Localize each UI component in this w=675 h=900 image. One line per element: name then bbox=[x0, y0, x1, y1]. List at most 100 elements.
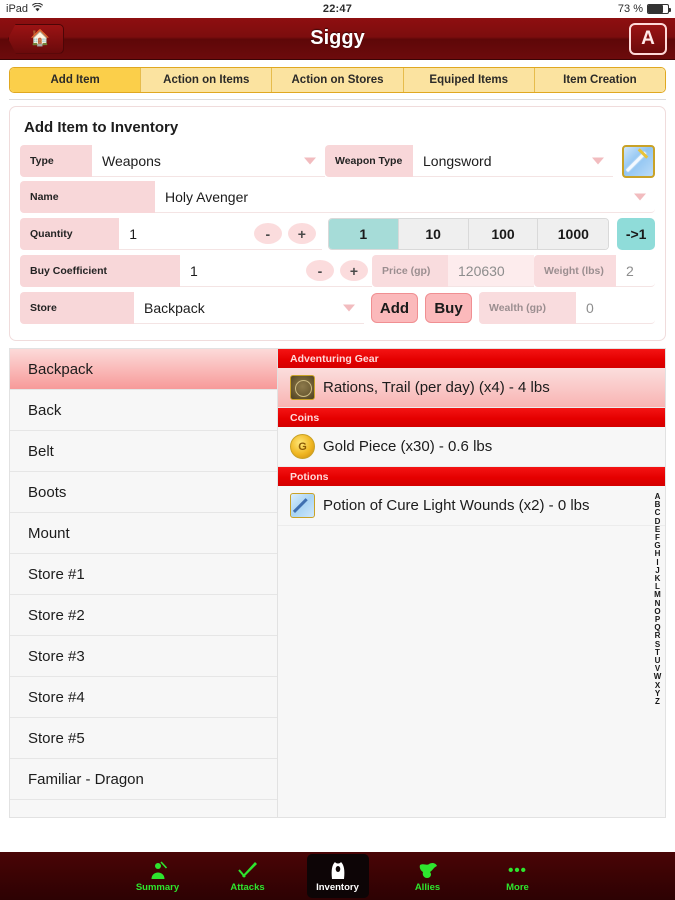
bottom-tab-summary[interactable]: Summary bbox=[127, 854, 189, 898]
alphabet-index[interactable]: ABCDEFGHIJKLMNOPQRSTUVWXYZ bbox=[651, 492, 664, 706]
dragon-icon bbox=[418, 859, 438, 881]
name-row: Name Holy Avenger bbox=[20, 181, 655, 213]
more-dots-icon: ••• bbox=[508, 861, 527, 879]
battery-icon bbox=[647, 4, 671, 14]
tabs-divider bbox=[9, 99, 666, 100]
item-label: Potion of Cure Light Wounds (x2) - 0 lbs bbox=[323, 497, 590, 514]
weapon-type-value: Longsword bbox=[423, 152, 492, 169]
bottom-tab-attacks[interactable]: Attacks bbox=[217, 854, 279, 898]
quantity-input[interactable]: 1 bbox=[119, 218, 248, 250]
title-bar: 🏠 Siggy A bbox=[0, 18, 675, 60]
item-list-item-rations[interactable]: Rations, Trail (per day) (x4) - 4 lbs bbox=[278, 368, 665, 408]
store-list-item-store-4[interactable]: Store #4 bbox=[10, 677, 277, 718]
item-list[interactable]: Adventuring Gear Rations, Trail (per day… bbox=[278, 349, 665, 817]
longsword-icon[interactable] bbox=[622, 144, 655, 178]
coefficient-increment-button[interactable]: + bbox=[340, 260, 368, 281]
weight-label: Weight (lbs) bbox=[534, 255, 616, 287]
quantity-reset-button[interactable]: ->1 bbox=[617, 218, 655, 250]
section-header-adventuring-gear: Adventuring Gear bbox=[278, 349, 665, 368]
store-label: Store bbox=[20, 292, 134, 324]
status-time: 22:47 bbox=[322, 3, 353, 15]
page-title: Siggy bbox=[310, 27, 365, 49]
character-summary-icon bbox=[148, 859, 168, 881]
bottom-tab-inventory[interactable]: Inventory bbox=[306, 854, 369, 898]
store-list-item-mount[interactable]: Mount bbox=[10, 513, 277, 554]
bottom-tab-label: Attacks bbox=[230, 882, 265, 893]
chevron-down-icon bbox=[592, 157, 604, 164]
section-header-coins: Coins bbox=[278, 408, 665, 427]
quantity-preset-10[interactable]: 10 bbox=[398, 219, 469, 249]
add-item-form: Add Item to Inventory Type Weapons Weapo… bbox=[9, 106, 666, 341]
status-right: 73 % bbox=[617, 3, 671, 15]
buy-coefficient-label: Buy Coefficient bbox=[20, 255, 180, 287]
store-list-item-store-5[interactable]: Store #5 bbox=[10, 718, 277, 759]
section-tabs: Add Item Action on Items Action on Store… bbox=[9, 67, 666, 93]
store-list-item-store-1[interactable]: Store #1 bbox=[10, 554, 277, 595]
bottom-tab-bar: Summary Attacks Inventory Allies ••• Mor… bbox=[0, 852, 675, 900]
type-value: Weapons bbox=[102, 152, 161, 169]
sword-icon bbox=[237, 859, 258, 881]
quantity-preset-1000[interactable]: 1000 bbox=[538, 219, 609, 249]
tab-action-on-stores[interactable]: Action on Stores bbox=[272, 68, 404, 92]
item-list-item-gold-piece[interactable]: Gold Piece (x30) - 0.6 lbs bbox=[278, 427, 665, 467]
buy-coefficient-input[interactable]: 1 bbox=[180, 255, 302, 287]
gold-coin-icon bbox=[290, 434, 315, 459]
add-button[interactable]: Add bbox=[371, 293, 418, 323]
type-select[interactable]: Weapons bbox=[92, 145, 325, 177]
buy-button[interactable]: Buy bbox=[425, 293, 472, 323]
quantity-stepper: - + bbox=[247, 218, 322, 250]
weapon-type-label: Weapon Type bbox=[325, 145, 413, 177]
alphabet-toggle-button[interactable]: A bbox=[629, 22, 667, 55]
weight-value: 2 bbox=[616, 255, 655, 287]
store-row-form: Store Backpack Add Buy Wealth (gp) 0 bbox=[20, 291, 655, 325]
home-button[interactable]: 🏠 bbox=[8, 23, 64, 54]
tab-equiped-items[interactable]: Equiped Items bbox=[403, 68, 535, 92]
section-header-potions: Potions bbox=[278, 467, 665, 486]
store-list-item-store-2[interactable]: Store #2 bbox=[10, 595, 277, 636]
quantity-preset-100[interactable]: 100 bbox=[468, 219, 539, 249]
store-list-item-store-3[interactable]: Store #3 bbox=[10, 636, 277, 677]
item-label: Gold Piece (x30) - 0.6 lbs bbox=[323, 438, 493, 455]
chevron-down-icon bbox=[304, 157, 316, 164]
inventory-panes: Backpack Back Belt Boots Mount Store #1 … bbox=[9, 348, 666, 818]
buy-coefficient-stepper: - + bbox=[302, 255, 372, 287]
store-value: Backpack bbox=[144, 299, 205, 316]
quantity-decrement-button[interactable]: - bbox=[253, 223, 282, 244]
bottom-tab-label: More bbox=[506, 882, 529, 893]
bottom-tab-label: Allies bbox=[414, 882, 441, 893]
chevron-down-icon bbox=[634, 193, 646, 200]
store-select[interactable]: Backpack bbox=[134, 292, 364, 324]
bottom-tab-allies[interactable]: Allies bbox=[397, 854, 459, 898]
item-list-item-potion[interactable]: Potion of Cure Light Wounds (x2) - 0 lbs bbox=[278, 486, 665, 526]
store-list-item-back[interactable]: Back bbox=[10, 390, 277, 431]
weapon-type-select[interactable]: Longsword bbox=[413, 145, 613, 177]
type-row: Type Weapons Weapon Type Longsword bbox=[20, 144, 655, 178]
bottom-tab-label: Summary bbox=[135, 882, 180, 893]
wealth-label: Wealth (gp) bbox=[479, 292, 576, 324]
price-value: 120630 bbox=[448, 255, 534, 287]
store-list-item-belt[interactable]: Belt bbox=[10, 431, 277, 472]
store-list-item-backpack[interactable]: Backpack bbox=[10, 349, 277, 390]
tab-item-creation[interactable]: Item Creation bbox=[534, 68, 665, 92]
chevron-down-icon bbox=[343, 304, 355, 311]
store-list-item-boots[interactable]: Boots bbox=[10, 472, 277, 513]
tab-add-item[interactable]: Add Item bbox=[10, 68, 142, 92]
name-select[interactable]: Holy Avenger bbox=[155, 181, 655, 213]
bottom-tab-more[interactable]: ••• More bbox=[487, 854, 549, 898]
store-list-item-familiar-dragon[interactable]: Familiar - Dragon bbox=[10, 759, 277, 800]
tab-action-on-items[interactable]: Action on Items bbox=[141, 68, 273, 92]
store-list[interactable]: Backpack Back Belt Boots Mount Store #1 … bbox=[10, 349, 278, 817]
coefficient-decrement-button[interactable]: - bbox=[306, 260, 334, 281]
battery-percent: 73 % bbox=[617, 3, 643, 15]
quantity-preset-1[interactable]: 1 bbox=[328, 219, 399, 249]
quantity-increment-button[interactable]: + bbox=[287, 223, 316, 244]
potion-icon bbox=[290, 493, 315, 518]
buy-coefficient-row: Buy Coefficient 1 - + Price (gp) 120630 … bbox=[20, 255, 655, 287]
alphabet-index-letter[interactable]: Z bbox=[655, 697, 660, 706]
quantity-presets: 1 10 100 1000 bbox=[327, 218, 610, 250]
buy-coefficient-value: 1 bbox=[190, 262, 198, 279]
rations-icon bbox=[290, 375, 315, 400]
name-value: Holy Avenger bbox=[165, 188, 249, 205]
type-label: Type bbox=[20, 145, 92, 177]
quantity-row: Quantity 1 - + 1 10 100 1000 ->1 bbox=[20, 217, 655, 251]
